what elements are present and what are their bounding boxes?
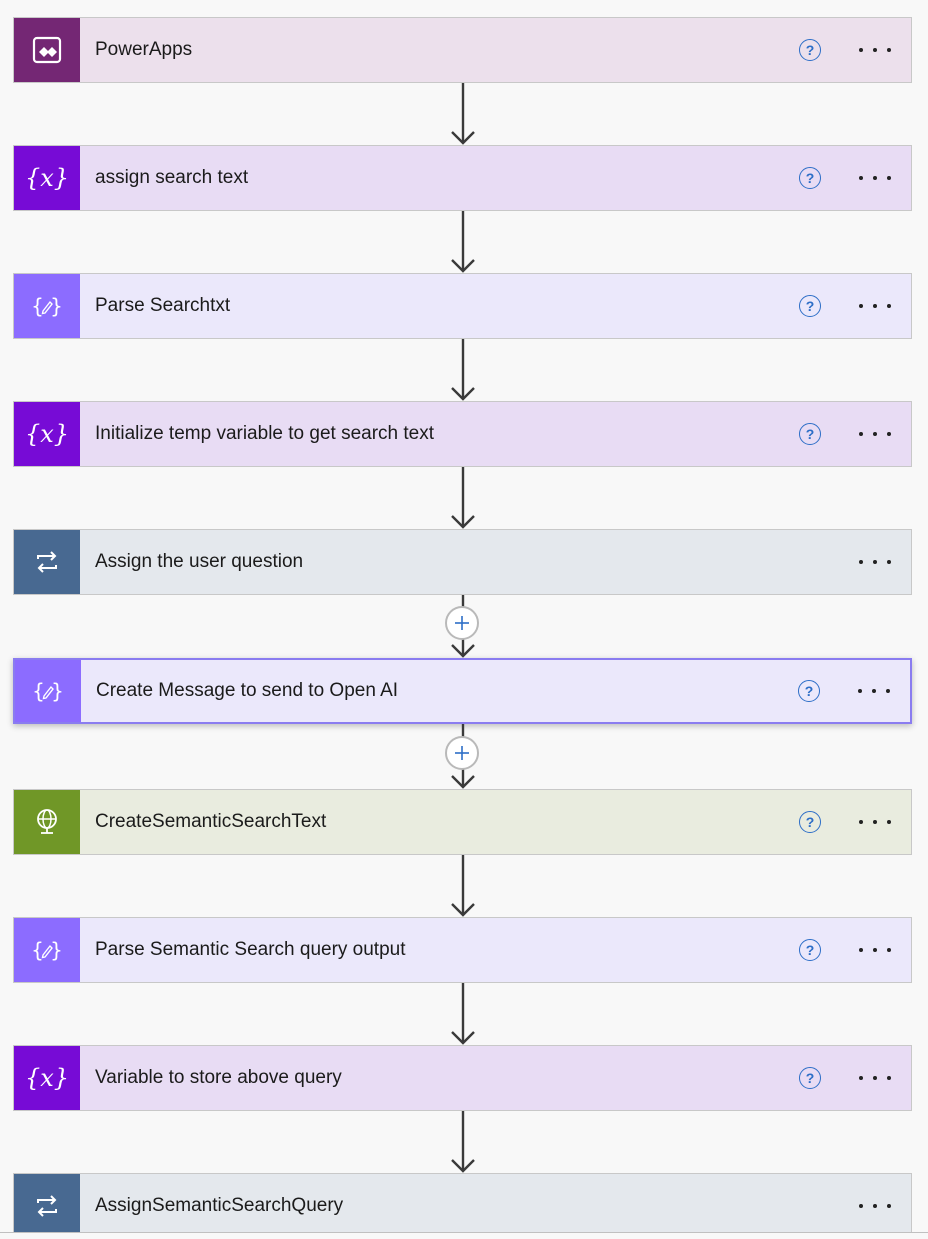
more-options-icon[interactable] [855,166,895,190]
more-options-dot [887,560,891,564]
more-options-dot [873,48,877,52]
more-options-icon[interactable] [854,679,894,703]
flow-step-title: PowerApps [95,39,193,60]
more-options-icon[interactable] [855,550,895,574]
flow-connector-arrow [450,211,476,273]
insert-step-button[interactable] [445,736,479,770]
more-options-dot [887,1204,891,1208]
help-icon[interactable]: ? [799,811,821,833]
flow-step-card[interactable]: {x} Initialize temp variable to get searc… [13,401,912,467]
flow-step-title: Parse Searchtxt [95,295,231,316]
more-options-dot [873,820,877,824]
insert-step-button[interactable] [445,606,479,640]
flow-step-title: Create Message to send to Open AI [96,680,399,701]
plus-icon [455,616,469,630]
flow-step-title: Variable to store above query [95,1067,342,1088]
help-icon[interactable]: ? [799,39,821,61]
more-options-icon[interactable] [855,938,895,962]
more-options-dot [887,176,891,180]
more-options-dot [873,1204,877,1208]
more-options-dot [887,948,891,952]
more-options-dot [859,948,863,952]
help-icon[interactable]: ? [799,939,821,961]
more-options-dot [887,1076,891,1080]
help-icon[interactable]: ? [799,295,821,317]
flow-connector-arrow [450,467,476,529]
flow-step-title: Assign the user question [95,551,304,572]
flow-connector-arrow [450,983,476,1045]
more-options-icon[interactable] [855,38,895,62]
more-options-dot [887,48,891,52]
more-options-dot [873,304,877,308]
more-options-dot [887,820,891,824]
variable-icon: {x} [14,146,80,210]
more-options-dot [859,560,863,564]
variable-icon: {x} [14,1046,80,1110]
more-options-icon[interactable] [855,810,895,834]
flow-step-card[interactable]: {x} assign search text? [13,145,912,211]
more-options-icon[interactable] [855,294,895,318]
svg-text:{x}: {x} [27,420,67,448]
more-options-dot [873,432,877,436]
more-options-dot [887,304,891,308]
horizontal-scrollbar[interactable] [0,1232,928,1239]
help-icon[interactable]: ? [799,423,821,445]
flow-step-title: assign search text [95,167,249,188]
flow-connector-arrow [450,339,476,401]
flow-step-card[interactable]: AssignSemanticSearchQuery [13,1173,912,1239]
more-options-dot [887,432,891,436]
more-options-icon[interactable] [855,422,895,446]
data-operation-icon: { } [14,274,80,338]
powerapps-icon [14,18,80,82]
more-options-dot [859,1076,863,1080]
data-operation-icon: { } [15,660,81,722]
flow-connector-arrow [450,1111,476,1173]
flow-step-card[interactable]: CreateSemanticSearchText? [13,789,912,855]
loop-icon [14,1174,80,1238]
more-options-dot [872,689,876,693]
variable-icon: {x} [14,402,80,466]
data-operation-icon: { } [14,918,80,982]
globe-icon [14,790,80,854]
flow-step-title: Parse Semantic Search query output [95,939,406,960]
flow-step-card[interactable]: { } Create Message to send to Open AI? [13,658,912,724]
svg-text:{x}: {x} [27,164,67,192]
help-icon[interactable]: ? [799,167,821,189]
flow-step-title: AssignSemanticSearchQuery [95,1195,344,1216]
more-options-icon[interactable] [855,1194,895,1218]
more-options-dot [859,432,863,436]
more-options-dot [873,948,877,952]
flow-step-card[interactable]: PowerApps? [13,17,912,83]
flow-connector-arrow [450,855,476,917]
help-icon[interactable]: ? [799,1067,821,1089]
flow-connector-arrow [450,83,476,145]
flow-step-card[interactable]: { } Parse Semantic Search query output? [13,917,912,983]
help-icon[interactable]: ? [798,680,820,702]
more-options-dot [859,304,863,308]
flow-step-card[interactable]: { } Parse Searchtxt? [13,273,912,339]
flow-step-card[interactable]: Assign the user question [13,529,912,595]
more-options-dot [873,1076,877,1080]
more-options-dot [873,560,877,564]
flow-step-title: Initialize temp variable to get search t… [95,423,435,444]
flow-canvas: PowerApps? {x} assign search text? { } Parse… [0,0,928,1239]
more-options-dot [859,820,863,824]
plus-icon [455,746,469,760]
more-options-icon[interactable] [855,1066,895,1090]
more-options-dot [859,176,863,180]
loop-icon [14,530,80,594]
more-options-dot [858,689,862,693]
svg-text:{x}: {x} [27,1064,67,1092]
more-options-dot [886,689,890,693]
flow-step-title: CreateSemanticSearchText [95,811,327,832]
more-options-dot [859,1204,863,1208]
flow-step-card[interactable]: {x} Variable to store above query? [13,1045,912,1111]
more-options-dot [873,176,877,180]
more-options-dot [859,48,863,52]
